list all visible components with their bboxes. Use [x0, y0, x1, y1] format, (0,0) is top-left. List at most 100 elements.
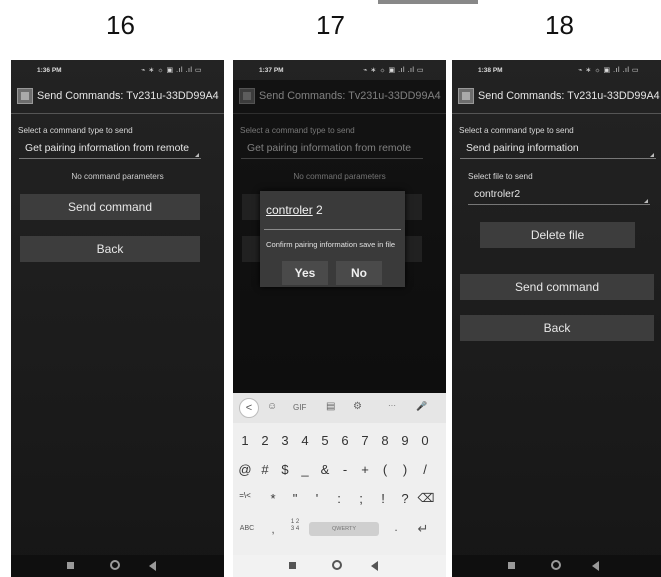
home-icon[interactable]	[110, 560, 120, 570]
back-nav-icon[interactable]	[149, 561, 156, 571]
key[interactable]: 9	[395, 433, 415, 448]
nav-bar	[452, 555, 661, 577]
dropdown-arrow-icon	[195, 153, 199, 157]
more-icon[interactable]: ···	[388, 401, 396, 410]
no-button[interactable]: No	[336, 261, 382, 285]
spinner-underline	[19, 158, 201, 159]
gif-icon[interactable]: GIF	[293, 403, 306, 412]
recents-icon[interactable]	[67, 562, 74, 569]
phone-screen-16: 1:36 PM ⌁ ∗ ☼ ▣ .ıl .ıl ▭ Send Commands:…	[11, 60, 224, 577]
send-command-button[interactable]: Send command	[460, 274, 654, 300]
status-icons: ⌁ ∗ ☼ ▣ .ıl .ıl ▭	[141, 67, 202, 74]
send-command-button[interactable]: Send command	[20, 194, 200, 220]
key[interactable]: ;	[351, 491, 371, 506]
page-title: Send Commands: Tv231u-33DD99A4	[478, 90, 660, 102]
command-type-label: Select a command type to send	[18, 126, 133, 135]
key[interactable]: 7	[355, 433, 375, 448]
key[interactable]: @	[235, 462, 255, 477]
key[interactable]: 5	[315, 433, 335, 448]
status-bar: 1:36 PM ⌁ ∗ ☼ ▣ .ıl .ıl ▭	[11, 60, 224, 80]
title-divider	[11, 113, 224, 114]
title-divider	[452, 113, 661, 114]
key[interactable]: #	[255, 462, 275, 477]
key[interactable]: _	[295, 462, 315, 477]
filename-suffix: 2	[312, 203, 323, 217]
confirm-dialog: controler 2 Confirm pairing information …	[260, 191, 405, 287]
space-key[interactable]: QWERTY	[309, 522, 379, 536]
key[interactable]: 2	[255, 433, 275, 448]
key[interactable]: :	[329, 491, 349, 506]
key[interactable]: ?	[395, 491, 415, 506]
status-icons: ⌁ ∗ ☼ ▣ .ıl .ıl ▭	[363, 67, 424, 74]
key[interactable]: $	[275, 462, 295, 477]
key[interactable]: !	[373, 491, 393, 506]
command-type-label: Select a command type to send	[459, 126, 574, 135]
app-icon	[17, 88, 33, 104]
key[interactable]: 3	[275, 433, 295, 448]
step-number-16: 16	[106, 10, 135, 40]
step-number-17: 17	[316, 10, 345, 40]
status-time: 1:38 PM	[478, 67, 503, 74]
recents-icon[interactable]	[289, 562, 296, 569]
keyboard-back-icon[interactable]: <	[239, 398, 259, 418]
settings-icon[interactable]: ⚙	[353, 401, 362, 412]
sticker-icon[interactable]: ☺	[267, 401, 277, 412]
key[interactable]: &	[315, 462, 335, 477]
soft-keyboard: < ☺ GIF ▤ ⚙ ··· 🎤 1 2 3 4 5 6 7 8 9 0 @ …	[233, 393, 446, 556]
delete-file-button[interactable]: Delete file	[480, 222, 635, 248]
input-underline	[264, 229, 401, 230]
key[interactable]: "	[285, 491, 305, 506]
key[interactable]: 4	[295, 433, 315, 448]
period-key[interactable]: .	[386, 520, 406, 534]
command-type-spinner[interactable]: Send pairing information	[466, 143, 579, 154]
file-spinner[interactable]: controler2	[474, 189, 520, 200]
filename-text: controler	[266, 203, 313, 217]
microphone-icon[interactable]: 🎤	[416, 401, 427, 412]
step-number-18: 18	[545, 10, 574, 40]
abc-key[interactable]: ABC	[237, 525, 257, 532]
yes-button[interactable]: Yes	[282, 261, 328, 285]
clipboard-icon[interactable]: ▤	[326, 401, 335, 412]
status-time: 1:36 PM	[37, 67, 62, 74]
app-title-bar: Send Commands: Tv231u-33DD99A4	[11, 86, 224, 112]
command-type-spinner[interactable]: Get pairing information from remote	[25, 143, 189, 154]
phone-screen-17: 1:37 PM ⌁ ∗ ☼ ▣ .ıl .ıl ▭ Send Commands:…	[233, 60, 446, 577]
comma-key[interactable]: ,	[263, 522, 283, 536]
params-note: No command parameters	[71, 172, 164, 181]
dropdown-arrow-icon	[650, 153, 654, 157]
file-spinner-underline	[468, 204, 650, 205]
recents-icon[interactable]	[508, 562, 515, 569]
key[interactable]: -	[335, 462, 355, 477]
back-button[interactable]: Back	[20, 236, 200, 262]
key[interactable]: 0	[415, 433, 435, 448]
key[interactable]: /	[415, 462, 435, 477]
status-bar: 1:38 PM ⌁ ∗ ☼ ▣ .ıl .ıl ▭	[452, 60, 661, 80]
home-icon[interactable]	[332, 560, 342, 570]
numpad-key[interactable]: 1 2 3 4	[285, 519, 305, 533]
key[interactable]: 1	[235, 433, 255, 448]
back-nav-icon[interactable]	[592, 561, 599, 571]
key[interactable]: *	[263, 491, 283, 506]
keyboard-toolbar: < ☺ GIF ▤ ⚙ ··· 🎤	[233, 393, 446, 423]
page-title: Send Commands: Tv231u-33DD99A4	[37, 90, 219, 102]
home-icon[interactable]	[551, 560, 561, 570]
app-icon	[458, 88, 474, 104]
key[interactable]: +	[355, 462, 375, 477]
key[interactable]: )	[395, 462, 415, 477]
status-time: 1:37 PM	[259, 67, 284, 74]
status-bar: 1:37 PM ⌁ ∗ ☼ ▣ .ıl .ıl ▭	[233, 60, 446, 80]
backspace-icon[interactable]: ⌫	[416, 491, 436, 505]
key[interactable]: 8	[375, 433, 395, 448]
key[interactable]: '	[307, 491, 327, 506]
nav-bar	[11, 555, 224, 577]
key[interactable]: =\<	[235, 491, 255, 500]
nav-bar	[233, 555, 446, 577]
key[interactable]: 6	[335, 433, 355, 448]
back-nav-icon[interactable]	[371, 561, 378, 571]
dropdown-arrow-icon	[644, 199, 648, 203]
file-label: Select file to send	[468, 172, 533, 181]
filename-input[interactable]: controler 2	[266, 203, 323, 217]
enter-icon[interactable]: ↵	[413, 521, 433, 537]
key[interactable]: (	[375, 462, 395, 477]
back-button[interactable]: Back	[460, 315, 654, 341]
